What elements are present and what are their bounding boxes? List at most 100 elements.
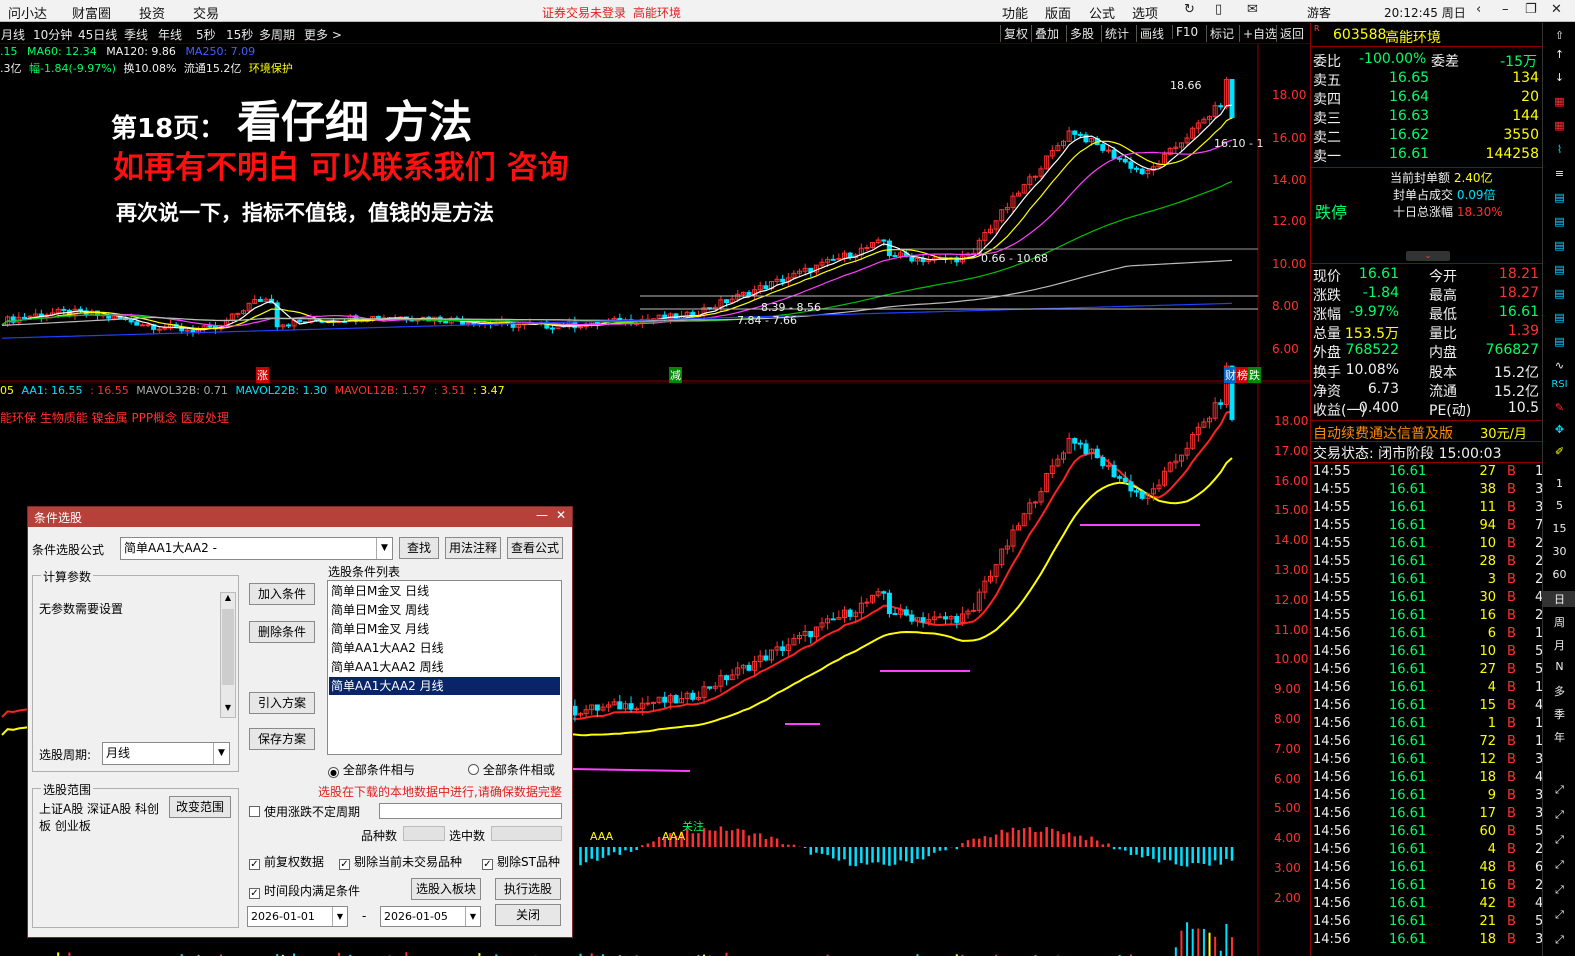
calendar-dropdown-icon[interactable]: ▼ (465, 907, 480, 926)
collapse-toggle-icon[interactable]: ⌄ (1406, 251, 1450, 261)
radio-checked-icon[interactable]: ● (328, 767, 339, 778)
dialog-titlebar[interactable]: 条件选股 — ✕ (28, 507, 572, 527)
tick-row[interactable]: 14:56 16.61 4 B 1 (1313, 680, 1543, 698)
menu-jiaoyi[interactable]: 交易 (193, 3, 219, 22)
sidebar-arrow-up-icon[interactable]: ⇧ (1543, 29, 1575, 42)
use-change-checkbox[interactable]: 使用涨跌不定周期 (249, 803, 360, 820)
period-10min[interactable]: 10分钟 (33, 26, 72, 43)
tick-row[interactable]: 14:56 16.61 18 B 3 (1313, 932, 1543, 950)
sidebar-doc-icon[interactable]: ▤ (1543, 335, 1575, 348)
check-icon[interactable]: ✓ (249, 888, 260, 899)
sidebar-arrow-down-icon[interactable]: ↓ (1543, 71, 1575, 84)
tool-zixuan[interactable]: +自选 (1239, 25, 1277, 42)
tick-row[interactable]: 14:56 16.61 12 B 3 (1313, 752, 1543, 770)
tool-tongji[interactable]: 统计 (1101, 25, 1129, 42)
period-quarter[interactable]: 季线 (124, 26, 148, 43)
change-period-input[interactable] (379, 803, 562, 819)
sidebar-period-week[interactable]: 周 (1543, 614, 1575, 630)
sidebar-expand-icon[interactable]: ⤢ (1543, 858, 1575, 872)
ad-price[interactable]: 30元/月 (1480, 423, 1527, 442)
refresh-icon[interactable]: ↻ (1184, 2, 1195, 17)
sidebar-expand-icon[interactable]: ⤢ (1543, 833, 1575, 847)
tick-row[interactable]: 14:56 16.61 1 B 1 (1313, 716, 1543, 734)
sidebar-period-60[interactable]: 60 (1543, 568, 1575, 581)
period-month[interactable]: 月线 (1, 26, 25, 43)
tick-row[interactable]: 14:56 16.61 15 B 4 (1313, 698, 1543, 716)
tag-zhang[interactable]: 涨 (256, 367, 269, 383)
tool-f10[interactable]: F10 (1172, 25, 1198, 39)
menu-xuanxiang[interactable]: 选项 (1132, 3, 1158, 22)
tool-fuquan[interactable]: 复权 (1000, 25, 1028, 42)
condition-list[interactable]: 简单日M金叉 日线 简单日M金叉 周线 简单日M金叉 月线 简单AA1大AA2 日线简… (327, 580, 562, 755)
tick-row[interactable]: 14:56 16.61 18 B 4 (1313, 770, 1543, 788)
tick-row[interactable]: 14:55 16.61 11 B 3 (1313, 500, 1543, 518)
sidebar-move-icon[interactable]: ✥ (1543, 423, 1575, 436)
sidebar-chart-icon[interactable]: ⌇ (1543, 143, 1575, 156)
menu-wenxiaoda[interactable]: 问小达 (8, 3, 47, 22)
sidebar-expand-icon[interactable]: ⤢ (1543, 883, 1575, 897)
sidebar-period-15[interactable]: 15 (1543, 522, 1575, 535)
sidebar-period-day[interactable]: 日 (1543, 591, 1575, 607)
exclude-untraded-label[interactable]: 剔除当前未交易品种 (354, 855, 462, 869)
period-45day[interactable]: 45日线 (78, 26, 117, 43)
param-scrollbar[interactable]: ▲ ▼ (220, 592, 236, 718)
radio-or-label[interactable]: 全部条件相或 (483, 763, 555, 777)
ad-text[interactable]: 自动续费通达信普及版 (1313, 423, 1453, 443)
tick-row[interactable]: 14:55 16.61 94 B 7 (1313, 518, 1543, 536)
sidebar-doc-icon[interactable]: ▤ (1543, 287, 1575, 300)
scroll-up-icon[interactable]: ▲ (221, 593, 235, 607)
exclude-st-checkbox[interactable]: ✓ 剔除ST品种 (482, 853, 560, 870)
check-icon[interactable]: ✓ (249, 859, 260, 870)
tick-row[interactable]: 14:55 16.61 30 B 4 (1313, 590, 1543, 608)
sidebar-doc-icon[interactable]: ▤ (1543, 239, 1575, 252)
tick-row[interactable]: 14:56 16.61 48 B 6 (1313, 860, 1543, 878)
tag-die[interactable]: 跌 (1248, 367, 1261, 383)
period-more[interactable]: 更多 > (304, 26, 342, 43)
sidebar-expand-icon[interactable]: ⤢ (1543, 933, 1575, 947)
fq-label[interactable]: 前复权数据 (264, 855, 324, 869)
date-from-field[interactable]: 2026-01-01 ▼ (247, 906, 348, 927)
exclude-untraded-checkbox[interactable]: ✓ 剔除当前未交易品种 (339, 853, 462, 870)
tick-row[interactable]: 14:56 16.61 42 B 4 (1313, 896, 1543, 914)
sidebar-list-icon[interactable]: ≡ (1543, 167, 1575, 180)
chevron-down-icon[interactable]: ▼ (376, 538, 392, 559)
exclude-st-label[interactable]: 剔除ST品种 (497, 855, 560, 869)
ask-row[interactable]: 卖三 16.63 144 (1313, 108, 1541, 127)
tool-biaoji[interactable]: 标记 (1206, 25, 1234, 42)
time-period-label[interactable]: 时间段内满足条件 (264, 884, 360, 898)
period-15s[interactable]: 15秒 (226, 26, 253, 43)
condition-list-item[interactable]: 简单AA1大AA2 日线 (329, 639, 560, 657)
radio-and-label[interactable]: 全部条件相与 (343, 763, 415, 777)
tick-row[interactable]: 14:56 16.61 6 B 1 (1313, 626, 1543, 644)
scroll-thumb[interactable] (222, 609, 234, 685)
login-warning[interactable]: 证券交易未登录 (542, 4, 626, 21)
sidebar-expand-icon[interactable]: ⤢ (1543, 808, 1575, 822)
tick-row[interactable]: 14:56 16.61 9 B 3 (1313, 788, 1543, 806)
mail-icon[interactable]: ✉ (1247, 2, 1258, 17)
sidebar-doc-icon[interactable]: ▤ (1543, 191, 1575, 204)
close-icon[interactable]: ✕ (1551, 2, 1562, 17)
back-arrow-icon[interactable]: ‹ (1476, 2, 1481, 17)
formula-select[interactable]: 简单AA1大AA2 - ▼ (120, 537, 393, 560)
radio-or[interactable]: 全部条件相或 (468, 761, 555, 778)
usage-button[interactable]: 用法注释 (445, 537, 501, 559)
sidebar-expand-icon[interactable]: ⤢ (1543, 908, 1575, 922)
sidebar-grid-icon[interactable]: ▦ (1543, 95, 1575, 108)
radio-unchecked-icon[interactable] (468, 764, 479, 775)
condition-list-item[interactable]: 简单日M金叉 月线 (329, 620, 560, 638)
tick-row[interactable]: 14:56 16.61 21 B 5 (1313, 914, 1543, 932)
condition-list-item[interactable]: 简单日M金叉 周线 (329, 601, 560, 619)
tick-row[interactable]: 14:55 16.61 27 B 1 (1313, 464, 1543, 482)
industry-tag[interactable]: 环境保护 (249, 62, 293, 75)
sidebar-tool-icon[interactable]: ✎ (1543, 401, 1575, 414)
check-icon[interactable]: ✓ (482, 859, 493, 870)
concept-tags[interactable]: 能环保 生物质能 镍金属 PPP概念 医废处理 (0, 409, 229, 426)
scroll-down-icon[interactable]: ▼ (221, 703, 235, 717)
sidebar-expand-icon[interactable]: ⤢ (1543, 783, 1575, 797)
use-change-label[interactable]: 使用涨跌不定周期 (264, 805, 360, 819)
period-5s[interactable]: 5秒 (196, 26, 216, 43)
delete-condition-button[interactable]: 删除条件 (249, 621, 315, 643)
save-scheme-button[interactable]: 保存方案 (249, 728, 315, 750)
period-multi[interactable]: 多周期 (259, 26, 295, 43)
phone-icon[interactable]: ▯ (1215, 2, 1222, 17)
